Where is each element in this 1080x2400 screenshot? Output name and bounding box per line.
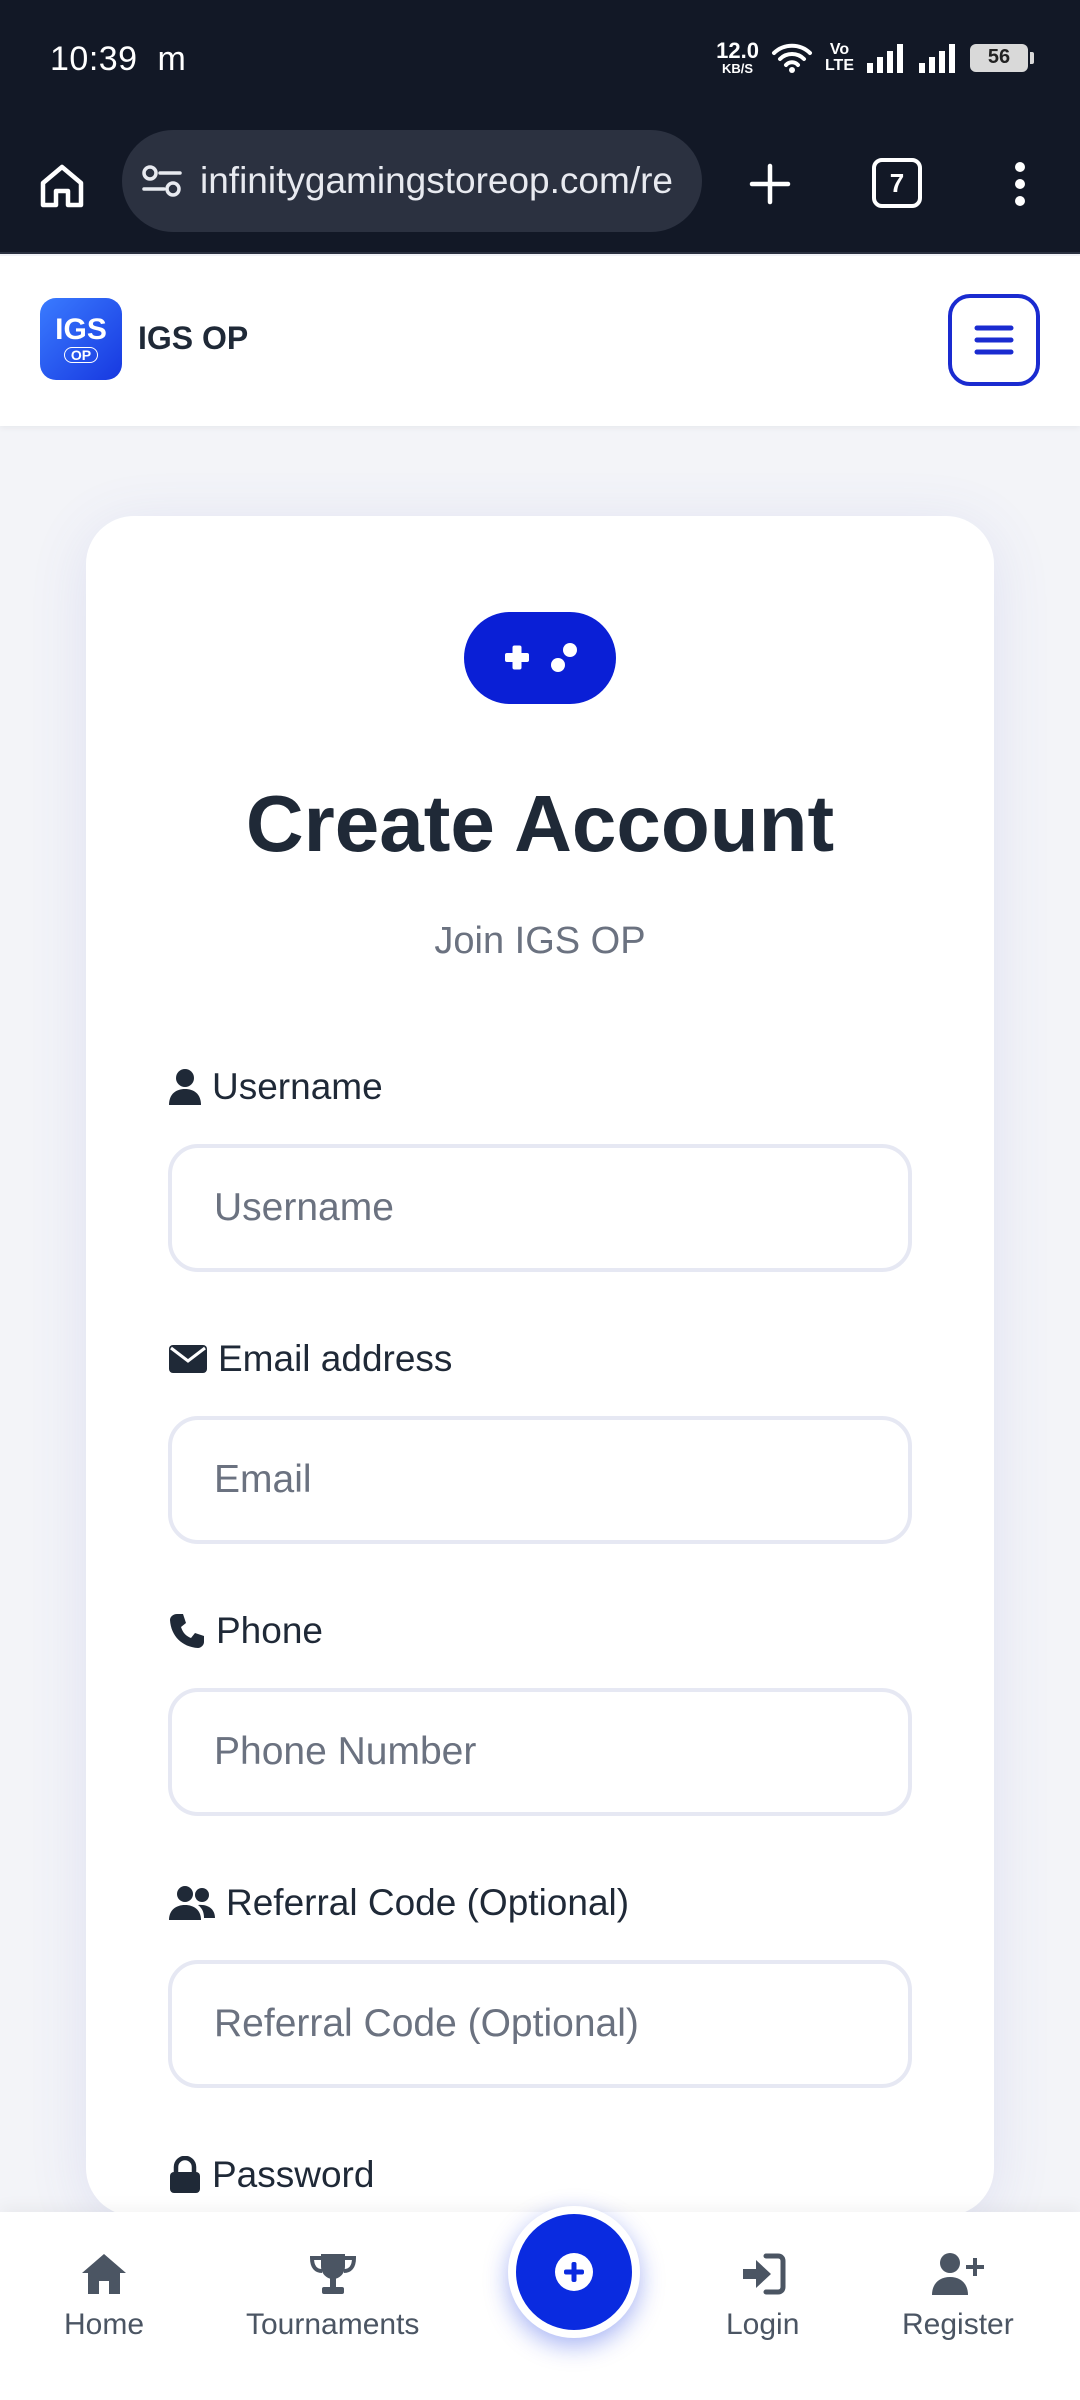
- username-label: Username: [168, 1066, 383, 1108]
- url-text: infinitygamingstoreop.com/re: [200, 160, 673, 201]
- signal-icon: [867, 43, 903, 73]
- status-bar: 10:39 m 12.0 KB/S Vo LTE 56: [0, 0, 1080, 124]
- trophy-icon: [309, 2254, 356, 2294]
- page-title: Create Account: [245, 779, 835, 868]
- brand-name[interactable]: IGS OP: [138, 320, 248, 357]
- nav-login[interactable]: Login: [726, 2252, 799, 2342]
- address-bar[interactable]: infinitygamingstoreop.com/re: [122, 130, 702, 232]
- phone-input[interactable]: [168, 1688, 912, 1816]
- nav-tournaments[interactable]: Tournaments: [246, 2252, 419, 2342]
- site-header: IGS OP IGS OP: [0, 256, 1080, 426]
- nav-home[interactable]: Home: [64, 2252, 144, 2342]
- battery-icon: 56: [970, 43, 1034, 72]
- kebab-menu-icon: [1015, 162, 1025, 206]
- phone-label: Phone: [168, 1610, 323, 1652]
- referral-label: Referral Code (Optional): [168, 1882, 629, 1924]
- password-label: Password: [168, 2154, 374, 2196]
- wifi-icon: [771, 43, 812, 73]
- tab-switcher-button[interactable]: 7: [872, 158, 922, 208]
- carrier-icon: m: [157, 40, 187, 78]
- phone-icon: [170, 1614, 204, 1648]
- nav-register[interactable]: Register: [902, 2252, 1014, 2342]
- more-menu-button[interactable]: [1000, 154, 1040, 214]
- email-label: Email address: [168, 1338, 452, 1380]
- envelope-icon: [169, 1345, 207, 1373]
- status-icons: 12.0 KB/S Vo LTE 56: [716, 38, 1034, 76]
- email-input[interactable]: [168, 1416, 912, 1544]
- user-icon: [169, 1069, 201, 1105]
- referral-input[interactable]: [168, 1960, 912, 2088]
- gamepad-badge: [464, 612, 616, 704]
- site-settings-icon: [142, 165, 182, 197]
- hamburger-menu-button[interactable]: [948, 294, 1040, 386]
- plus-circle-icon: [555, 2253, 593, 2291]
- page-subtitle: Join IGS OP: [434, 920, 646, 962]
- signal-icon-2: [919, 43, 955, 73]
- browser-toolbar: infinitygamingstoreop.com/re 7: [0, 124, 1080, 254]
- new-tab-button[interactable]: [740, 154, 800, 214]
- fab-add-button[interactable]: [508, 2206, 640, 2338]
- status-time: 10:39 m: [50, 40, 187, 78]
- home-outline-icon: [40, 164, 84, 208]
- lock-icon: [170, 2156, 200, 2193]
- home-icon: [82, 2254, 127, 2294]
- network-speed: 12.0 KB/S: [716, 38, 759, 76]
- hamburger-icon: [974, 325, 1014, 355]
- bottom-navigation: Home Tournaments Login Register: [0, 2206, 1080, 2400]
- site-logo[interactable]: IGS OP: [40, 298, 122, 380]
- browser-home-button[interactable]: [32, 156, 92, 216]
- volte-icon: Vo LTE: [824, 40, 854, 74]
- login-icon: [742, 2253, 786, 2295]
- users-icon: [169, 1886, 215, 1920]
- plus-icon: [749, 163, 791, 205]
- username-input[interactable]: [168, 1144, 912, 1272]
- register-card: Create Account Join IGS OP Username Emai…: [86, 516, 994, 2216]
- gamepad-icon: [505, 643, 577, 672]
- user-plus-icon: [931, 2253, 984, 2295]
